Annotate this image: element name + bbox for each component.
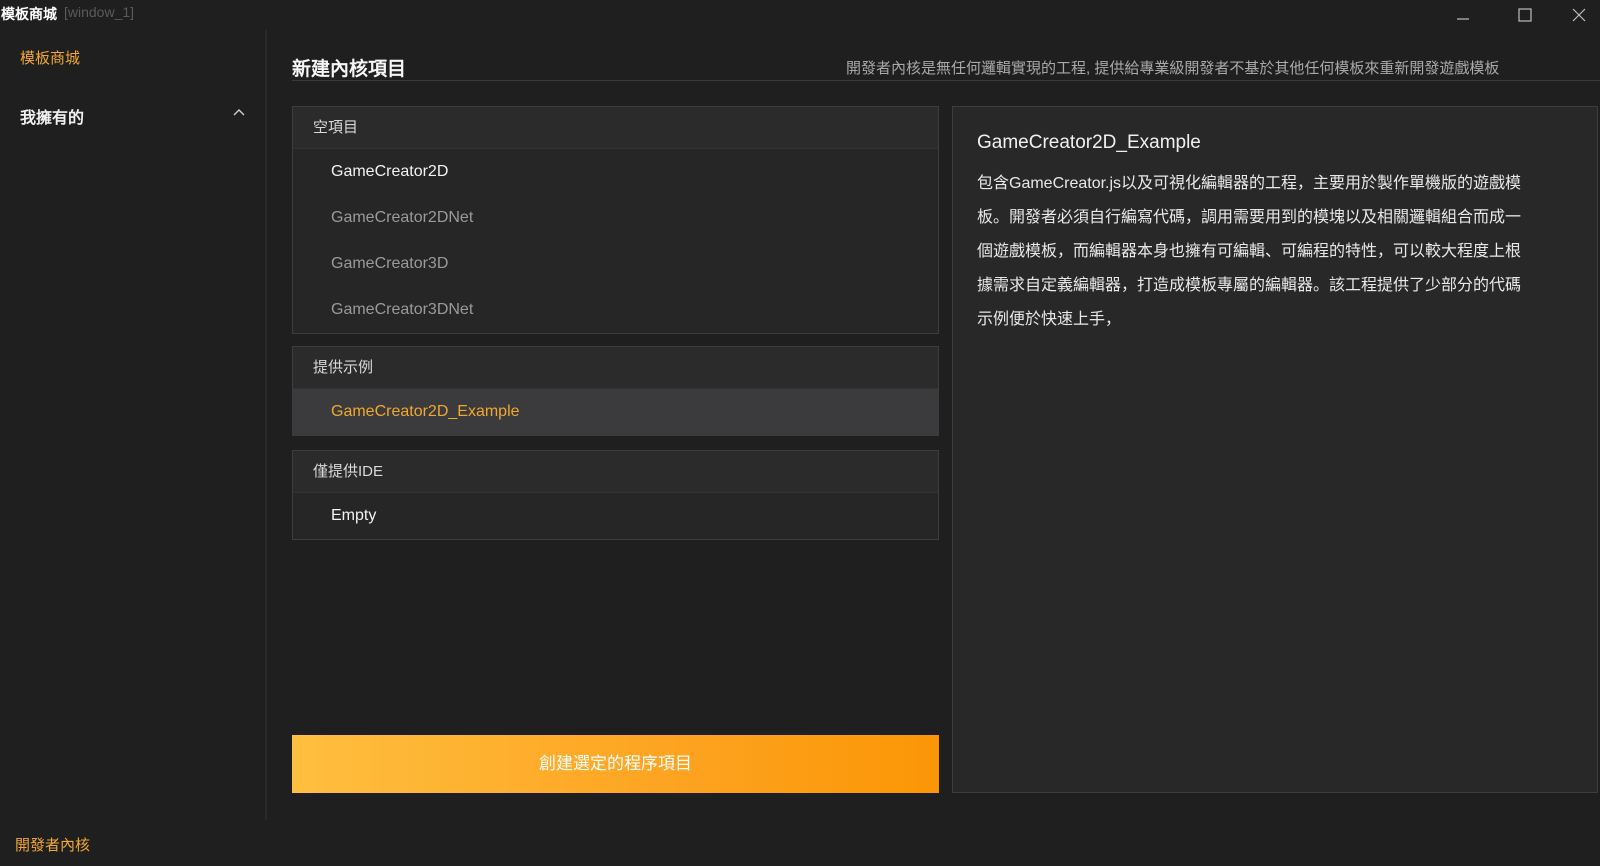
detail-panel: GameCreator2D_Example 包含GameCreator.js以及… bbox=[952, 106, 1598, 793]
detail-line: 個遊戲模板，而編輯器本身也擁有可編輯、可編程的特性，可以較大程度上根 bbox=[977, 243, 1522, 260]
maximize-icon bbox=[1518, 8, 1532, 22]
sidebar: 模板商城 我擁有的 bbox=[0, 30, 267, 820]
group-header-empty-projects: 空項目 bbox=[293, 107, 938, 149]
close-icon bbox=[1572, 8, 1586, 22]
group-ide-only: 僅提供IDE Empty bbox=[292, 450, 939, 540]
group-empty-projects: 空項目 GameCreator2D GameCreator2DNet GameC… bbox=[292, 106, 939, 334]
page-description: 開發者內核是無任何邏輯實現的工程, 提供給專業級開發者不基於其他任何模板來重新開… bbox=[846, 60, 1500, 77]
window-subtitle: [window_1] bbox=[64, 4, 135, 20]
list-item-gamecreator2d[interactable]: GameCreator2D bbox=[293, 149, 938, 195]
detail-line: 示例便於快速上手， bbox=[977, 311, 1122, 328]
detail-title: GameCreator2D_Example bbox=[977, 132, 1201, 153]
window-title: 模板商城 bbox=[1, 6, 57, 22]
list-item-gamecreator3dnet[interactable]: GameCreator3DNet bbox=[293, 287, 938, 333]
developer-core-link[interactable]: 開發者內核 bbox=[15, 834, 90, 855]
page-title: 新建內核項目 bbox=[292, 59, 407, 80]
detail-line: 包含GameCreator.js以及可視化編輯器的工程，主要用於製作單機版的遊戲… bbox=[977, 175, 1522, 192]
minimize-icon bbox=[1457, 18, 1469, 20]
list-item-empty[interactable]: Empty bbox=[293, 493, 938, 539]
group-header-examples: 提供示例 bbox=[293, 347, 938, 389]
sidebar-item-template-store[interactable]: 模板商城 bbox=[20, 47, 80, 68]
maximize-button[interactable] bbox=[1502, 0, 1548, 30]
sidebar-item-owned[interactable]: 我擁有的 bbox=[20, 104, 248, 128]
group-examples: 提供示例 GameCreator2D_Example bbox=[292, 346, 939, 436]
minimize-button[interactable] bbox=[1440, 0, 1486, 30]
sidebar-item-owned-label: 我擁有的 bbox=[20, 110, 85, 127]
header-divider bbox=[292, 80, 1600, 81]
group-header-ide-only: 僅提供IDE bbox=[293, 451, 938, 493]
create-project-button[interactable]: 創建選定的程序項目 bbox=[292, 735, 939, 793]
list-item-gamecreator2d-example[interactable]: GameCreator2D_Example bbox=[293, 389, 938, 435]
close-button[interactable] bbox=[1556, 0, 1600, 30]
detail-line: 據需求自定義編輯器，打造成模板專屬的編輯器。該工程提供了少部分的代碼 bbox=[977, 277, 1522, 294]
title-bar: 模板商城 [window_1] bbox=[0, 0, 1600, 30]
detail-description: 包含GameCreator.js以及可視化編輯器的工程，主要用於製作單機版的遊戲… bbox=[977, 167, 1577, 337]
list-item-gamecreator3d[interactable]: GameCreator3D bbox=[293, 241, 938, 287]
chevron-up-icon[interactable] bbox=[232, 106, 246, 120]
detail-line: 板。開發者必須自行編寫代碼，調用需要用到的模塊以及相關邏輯組合而成一 bbox=[977, 209, 1522, 226]
list-item-gamecreator2dnet[interactable]: GameCreator2DNet bbox=[293, 195, 938, 241]
